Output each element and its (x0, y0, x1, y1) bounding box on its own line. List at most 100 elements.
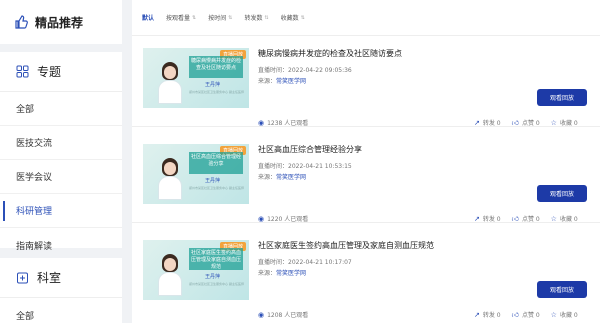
favorite-count: 收藏 0 (559, 216, 578, 223)
doctor-illustration (157, 158, 183, 200)
like-icon: 👍︎ (511, 119, 519, 127)
favorite-button[interactable]: ☆ 收藏 0 (550, 310, 578, 320)
source: 来源：常笑医学网 (258, 76, 306, 85)
thumbnail-speaker: 王丹萍 (205, 82, 221, 88)
video-thumbnail[interactable]: 直播回放 社区高血压综合管理经验分享 王丹萍 郑州市某区社区卫生服务中心 副主任… (143, 144, 249, 204)
action-bar: ↗ 转发 0 👍︎ 点赞 0 ☆ 收藏 0 (474, 118, 589, 128)
department-header: 科室 (0, 258, 122, 298)
source-label: 来源： (258, 78, 277, 85)
source-label: 来源： (258, 270, 277, 277)
source-link[interactable]: 常笑医学网 (276, 270, 306, 277)
department-item-all[interactable]: 全部 (0, 298, 122, 323)
like-button[interactable]: 👍︎ 点赞 0 (512, 310, 540, 319)
featured-header[interactable]: 精品推荐 (0, 0, 122, 44)
source-link[interactable]: 常笑医学网 (276, 174, 306, 181)
view-count: ◉ 1238 人已观看 (258, 118, 309, 128)
sort-arrow-icon: ⇅ (300, 14, 305, 21)
sort-time-label: 按时间 (208, 15, 227, 22)
watch-replay-button[interactable]: 观看回放 (537, 89, 587, 106)
share-icon: ↗ (474, 214, 480, 223)
topic-panel: 专题 全部 医技交流 医学会议 科研管理 指南解读 (0, 52, 122, 252)
share-button[interactable]: ↗ 转发 0 (474, 310, 501, 320)
doctor-illustration (157, 62, 183, 104)
sort-by-favorites[interactable]: 收藏数 ⇅ (280, 13, 305, 23)
thumbnail-title: 社区高血压综合管理经验分享 (189, 152, 243, 174)
sort-bar: 默认 按观看量 ⇅ 按时间 ⇅ 转发数 ⇅ 收藏数 ⇅ (132, 0, 600, 36)
time-label: 直播时间： (258, 163, 289, 170)
video-thumbnail[interactable]: 直播回放 社区家庭医生签约高血压管理及家庭自测血压规范 王丹萍 郑州市某区社区卫… (143, 240, 249, 300)
favorite-button[interactable]: ☆ 收藏 0 (550, 214, 578, 224)
view-count: ◉ 1220 人已观看 (258, 214, 309, 224)
sort-shares-label: 转发数 (244, 15, 263, 22)
thumbnail-speaker: 王丹萍 (205, 178, 221, 184)
time-label: 直播时间： (258, 259, 289, 266)
sort-by-shares[interactable]: 转发数 ⇅ (244, 13, 268, 23)
topic-item-research-management[interactable]: 科研管理 (0, 194, 122, 228)
broadcast-time: 直播时间：2022-04-22 09:05:36 (258, 65, 352, 74)
share-icon: ↗ (474, 118, 480, 127)
topic-title: 专题 (37, 65, 62, 79)
source: 来源：常笑医学网 (258, 268, 306, 277)
topic-item-all[interactable]: 全部 (0, 92, 122, 126)
like-count: 点赞 0 (521, 216, 540, 223)
like-icon: 👍︎ (511, 215, 519, 223)
video-title[interactable]: 糖尿病慢病并发症的检查及社区随访要点 (258, 48, 402, 59)
doctor-illustration (157, 254, 183, 296)
grid-icon (16, 65, 29, 78)
hospital-icon (16, 271, 29, 284)
share-count: 转发 0 (482, 120, 501, 127)
sort-arrow-icon: ⇅ (192, 14, 197, 21)
source-link[interactable]: 常笑医学网 (276, 78, 306, 85)
source: 来源：常笑医学网 (258, 172, 306, 181)
like-button[interactable]: 👍︎ 点赞 0 (512, 118, 540, 127)
sort-default-label: 默认 (142, 15, 155, 22)
share-button[interactable]: ↗ 转发 0 (474, 214, 501, 224)
topic-item-tech-exchange[interactable]: 医技交流 (0, 126, 122, 160)
star-icon: ☆ (550, 214, 557, 223)
star-icon: ☆ (550, 310, 557, 319)
share-button[interactable]: ↗ 转发 0 (474, 118, 501, 128)
like-button[interactable]: 👍︎ 点赞 0 (512, 214, 540, 223)
sidebar: 精品推荐 专题 全部 医技交流 医学会议 科研管理 指南解读 科室 全部 (0, 0, 122, 323)
view-count-text: 1220 人已观看 (267, 216, 309, 223)
favorite-count: 收藏 0 (559, 120, 578, 127)
list-item: 直播回放 社区高血压综合管理经验分享 王丹萍 郑州市某区社区卫生服务中心 副主任… (132, 133, 600, 223)
time-value: 2022-04-22 09:05:36 (288, 67, 352, 74)
sort-favorites-label: 收藏数 (280, 15, 299, 22)
sort-views-label: 按观看量 (166, 15, 191, 22)
watch-replay-button[interactable]: 观看回放 (537, 281, 587, 298)
watch-replay-button[interactable]: 观看回放 (537, 185, 587, 202)
action-bar: ↗ 转发 0 👍︎ 点赞 0 ☆ 收藏 0 (474, 310, 589, 320)
broadcast-time: 直播时间：2022-04-21 10:17:07 (258, 257, 352, 266)
favorite-count: 收藏 0 (559, 312, 578, 319)
video-title[interactable]: 社区家庭医生签约高血压管理及家庭自测血压规范 (258, 240, 434, 251)
sort-by-views[interactable]: 按观看量 ⇅ (166, 13, 197, 23)
video-title[interactable]: 社区高血压综合管理经验分享 (258, 144, 362, 155)
topic-item-conference[interactable]: 医学会议 (0, 160, 122, 194)
video-thumbnail[interactable]: 直播回放 糖尿病慢病并发症的检查及社区随访要点 王丹萍 郑州市某区社区卫生服务中… (143, 48, 249, 108)
featured-title: 精品推荐 (35, 15, 84, 30)
thumbnail-subtitle: 郑州市某区社区卫生服务中心 副主任医师 (189, 186, 244, 190)
view-count-text: 1238 人已观看 (267, 120, 309, 127)
broadcast-time: 直播时间：2022-04-21 10:53:15 (258, 161, 352, 170)
eye-icon: ◉ (258, 310, 265, 319)
like-count: 点赞 0 (521, 312, 540, 319)
share-icon: ↗ (474, 310, 480, 319)
list-item: 直播回放 糖尿病慢病并发症的检查及社区随访要点 王丹萍 郑州市某区社区卫生服务中… (132, 37, 600, 127)
share-count: 转发 0 (482, 216, 501, 223)
time-value: 2022-04-21 10:17:07 (288, 259, 352, 266)
sort-arrow-icon: ⇅ (228, 14, 233, 21)
favorite-button[interactable]: ☆ 收藏 0 (550, 118, 578, 128)
sort-default[interactable]: 默认 (142, 13, 154, 22)
action-bar: ↗ 转发 0 👍︎ 点赞 0 ☆ 收藏 0 (474, 214, 589, 224)
like-icon: 👍︎ (511, 311, 519, 319)
sort-by-time[interactable]: 按时间 ⇅ (208, 13, 233, 23)
thumbnail-title: 社区家庭医生签约高血压管理及家庭自测血压规范 (189, 248, 243, 270)
topic-header: 专题 (0, 52, 122, 92)
share-count: 转发 0 (482, 312, 501, 319)
department-panel: 科室 全部 (0, 258, 122, 323)
list-item: 直播回放 社区家庭医生签约高血压管理及家庭自测血压规范 王丹萍 郑州市某区社区卫… (132, 229, 600, 319)
topic-item-guidelines[interactable]: 指南解读 (0, 228, 122, 262)
thumbnail-subtitle: 郑州市某区社区卫生服务中心 副主任医师 (189, 282, 244, 286)
star-icon: ☆ (550, 118, 557, 127)
